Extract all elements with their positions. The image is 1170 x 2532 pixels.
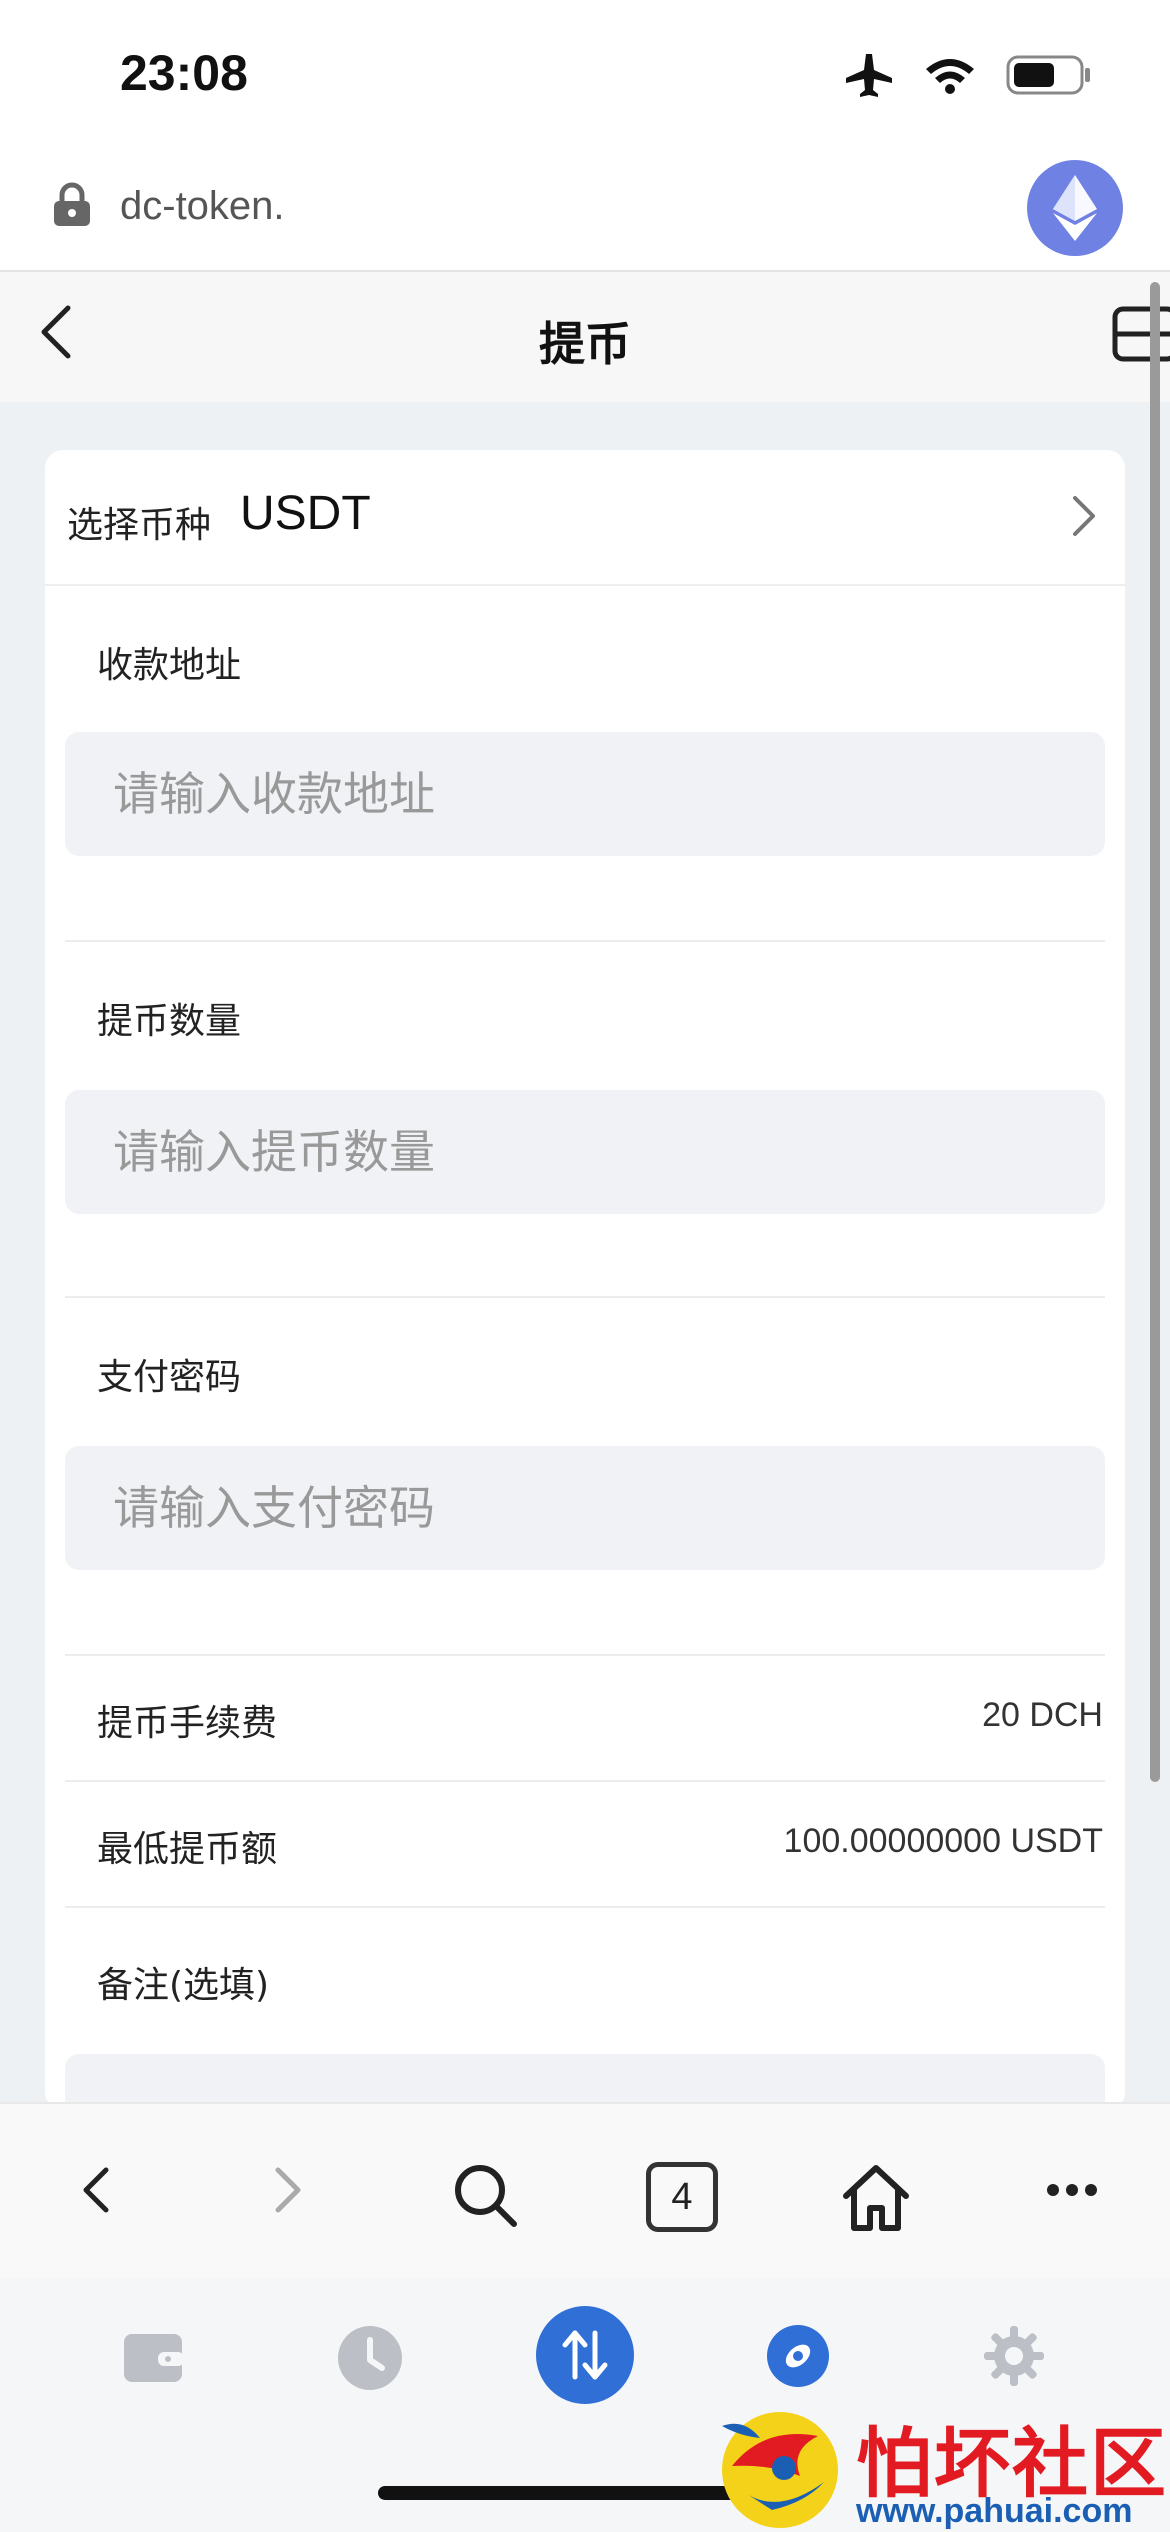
status-icons: [844, 52, 1092, 102]
watermark-logo-icon: [714, 2406, 848, 2532]
watermark: 怕坏社区 www.pahuai.com: [708, 2400, 1170, 2532]
ethereum-network-icon[interactable]: [1027, 160, 1123, 256]
divider: [65, 940, 1105, 942]
settings-icon[interactable]: [982, 2324, 1046, 2388]
url-text[interactable]: dc-token.: [120, 184, 285, 229]
address-input[interactable]: [65, 732, 1105, 856]
status-bar: 23:08: [0, 0, 1170, 140]
history-icon[interactable]: [336, 2324, 404, 2392]
more-options-icon[interactable]: [1046, 2182, 1098, 2198]
wallet-icon[interactable]: [122, 2330, 186, 2386]
minimum-amount-value: 100.00000000 USDT: [783, 1822, 1103, 1860]
watermark-url: www.pahuai.com: [856, 2492, 1133, 2530]
lock-icon: [52, 182, 92, 232]
search-icon[interactable]: [452, 2162, 518, 2228]
layout-menu-icon[interactable]: [1112, 306, 1170, 366]
airplane-mode-icon: [844, 52, 894, 102]
transfer-icon[interactable]: [536, 2306, 634, 2404]
divider: [65, 1906, 1105, 1908]
fee-value: 20 DCH: [982, 1696, 1103, 1734]
browser-back-icon[interactable]: [76, 2162, 116, 2218]
divider: [65, 1654, 1105, 1656]
scrollbar[interactable]: [1150, 282, 1160, 1782]
coin-selector-label: 选择币种: [67, 505, 212, 546]
fee-label: 提币手续费: [97, 1703, 278, 1744]
page-header: 提币: [0, 272, 1170, 402]
battery-icon: [1006, 53, 1092, 101]
amount-label: 提币数量: [97, 1001, 242, 1042]
password-input[interactable]: [65, 1446, 1105, 1570]
wifi-icon: [924, 55, 976, 99]
coin-selector-value[interactable]: USDT: [240, 486, 371, 541]
minimum-amount-label: 最低提币额: [97, 1829, 278, 1870]
remark-label: 备注(选填): [97, 1965, 270, 2006]
status-time: 23:08: [120, 45, 248, 101]
browser-forward-icon[interactable]: [268, 2162, 308, 2218]
tabs-count-button[interactable]: 4: [646, 2162, 718, 2232]
page-title: 提币: [539, 317, 631, 371]
withdraw-form-card: 选择币种 USDT 收款地址 提币数量 支付密码 提币手续费 20 DCH 最低…: [45, 450, 1125, 2110]
divider: [65, 1296, 1105, 1298]
discover-icon[interactable]: [766, 2324, 830, 2388]
tabs-count: 4: [671, 2175, 693, 2218]
browser-toolbar: 4: [0, 2102, 1170, 2278]
home-icon[interactable]: [840, 2162, 912, 2232]
divider: [65, 1780, 1105, 1782]
chevron-right-icon[interactable]: [1071, 494, 1097, 542]
password-label: 支付密码: [97, 1357, 242, 1398]
url-bar[interactable]: dc-token.: [0, 140, 1170, 272]
address-label: 收款地址: [97, 645, 242, 686]
coin-selector-row[interactable]: 选择币种 USDT: [45, 450, 1125, 586]
amount-input[interactable]: [65, 1090, 1105, 1214]
